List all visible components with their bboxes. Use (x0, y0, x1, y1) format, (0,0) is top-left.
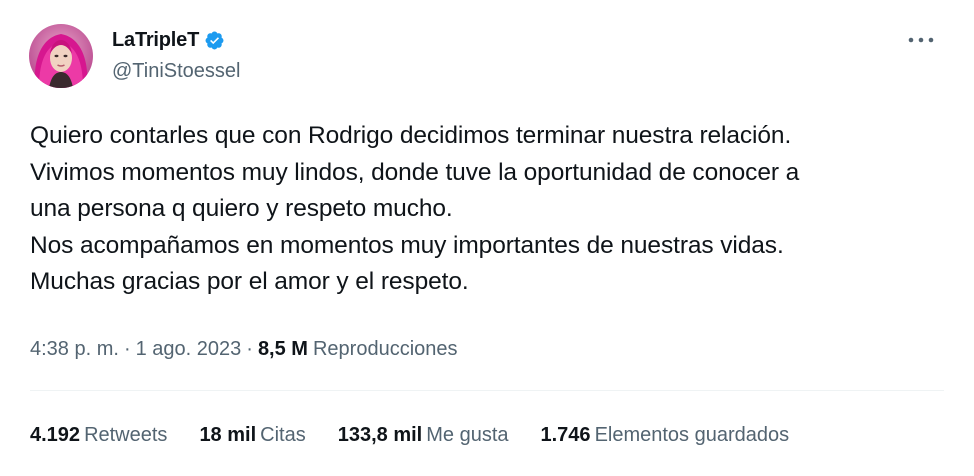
tweet-text-line: Muchas gracias por el amor y el respeto. (30, 268, 469, 296)
likes-label: Me gusta (426, 424, 509, 446)
author-display-name[interactable]: LaTripleT (112, 29, 199, 52)
views-label: Reproducciones (312, 338, 458, 360)
retweets-stat[interactable]: 4.192 Retweets (30, 424, 167, 447)
verified-badge-icon[interactable] (204, 30, 225, 51)
author-avatar[interactable] (29, 24, 93, 88)
avatar-photo (29, 24, 93, 88)
tweet-text-line: una persona q quiero y respeto mucho. (30, 195, 453, 223)
tweet-date[interactable]: 1 ago. 2023 (136, 338, 242, 361)
tweet-time[interactable]: 4:38 p. m. (30, 338, 119, 361)
quotes-stat[interactable]: 18 mil Citas (199, 424, 305, 447)
tweet-text-line: Nos acompañamos en momentos muy importan… (30, 231, 784, 259)
tweet-text: Quiero contarles que con Rodrigo decidim… (30, 118, 950, 301)
views-count: 8,5 M (257, 338, 308, 360)
quotes-label: Citas (260, 424, 306, 446)
likes-stat[interactable]: 133,8 mil Me gusta (338, 424, 509, 447)
bookmarks-stat[interactable]: 1.746 Elementos guardados (541, 424, 790, 447)
author-handle[interactable]: @TiniStoessel (112, 60, 241, 83)
author-name-row: LaTripleT (112, 29, 225, 52)
tweet-card: LaTripleT @TiniStoessel Quiero contarles… (0, 0, 974, 476)
retweets-count: 4.192 (30, 424, 81, 446)
more-options-button[interactable] (903, 28, 939, 52)
engagement-stats: 4.192 Retweets 18 mil Citas 133,8 mil Me gu… (30, 424, 821, 447)
divider (30, 390, 944, 391)
meta-separator: · (123, 338, 131, 360)
meta-separator: · (246, 338, 253, 360)
likes-count: 133,8 mil (337, 424, 423, 446)
retweets-label: Retweets (84, 424, 168, 446)
tweet-text-line: Vivimos momentos muy lindos, donde tuve … (30, 158, 800, 186)
more-horizontal-icon (908, 37, 934, 43)
bookmarks-count: 1.746 (540, 424, 591, 446)
bookmarks-label: Elementos guardados (594, 424, 790, 446)
tweet-text-line: Quiero contarles que con Rodrigo decidim… (30, 122, 792, 149)
quotes-count: 18 mil (199, 424, 257, 446)
tweet-meta: 4:38 p. m. · 1 ago. 2023 · 8,5 M Reprodu… (30, 338, 458, 361)
